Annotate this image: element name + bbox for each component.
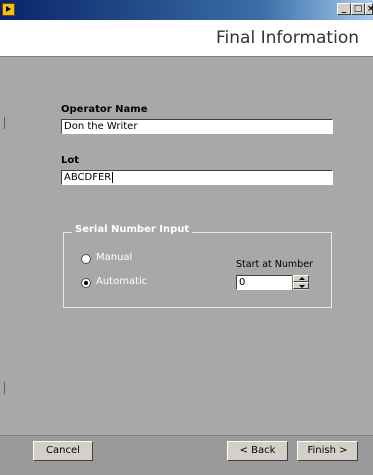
spin-down-button[interactable] (293, 282, 309, 289)
spin-up-icon (299, 277, 305, 280)
start-at-number-value: 0 (239, 277, 246, 288)
app-icon[interactable] (2, 3, 15, 16)
spin-down-icon (299, 285, 305, 288)
start-at-number-label: Start at Number (236, 259, 313, 270)
start-at-number-spinner[interactable] (292, 275, 309, 290)
finish-button[interactable]: Finish > (297, 441, 358, 461)
manual-radio[interactable] (81, 254, 91, 264)
cancel-button[interactable]: Cancel (33, 441, 93, 461)
lot-input[interactable]: ABCDFER (61, 170, 333, 185)
manual-radio-label[interactable]: Manual (96, 252, 132, 263)
wizard-header: Final Information (0, 20, 373, 56)
spin-up-button[interactable] (293, 275, 309, 282)
automatic-radio-label[interactable]: Automatic (96, 276, 147, 287)
back-button[interactable]: < Back (227, 441, 288, 461)
operator-name-value: Don the Writer (64, 121, 138, 132)
page-title: Final Information (216, 28, 359, 48)
operator-name-label: Operator Name (61, 104, 148, 115)
minimize-icon: _ (341, 4, 347, 14)
maximize-icon: □ (353, 4, 363, 14)
serial-number-group-label: Serial Number Input (72, 224, 193, 235)
lot-label: Lot (61, 155, 80, 166)
text-caret (112, 171, 114, 183)
serial-number-group (63, 232, 332, 308)
window-titlebar[interactable]: _ □ × (0, 0, 373, 20)
close-button[interactable]: × (365, 3, 373, 15)
minimize-button[interactable]: _ (337, 3, 351, 15)
edge-mark (4, 117, 5, 129)
operator-name-input[interactable]: Don the Writer (61, 119, 333, 134)
automatic-radio[interactable] (81, 278, 91, 288)
start-at-number-input[interactable]: 0 (236, 275, 293, 290)
maximize-button[interactable]: □ (351, 3, 365, 15)
edge-mark (4, 382, 5, 394)
close-icon: × (367, 4, 373, 14)
lot-value: ABCDFER (64, 172, 112, 183)
